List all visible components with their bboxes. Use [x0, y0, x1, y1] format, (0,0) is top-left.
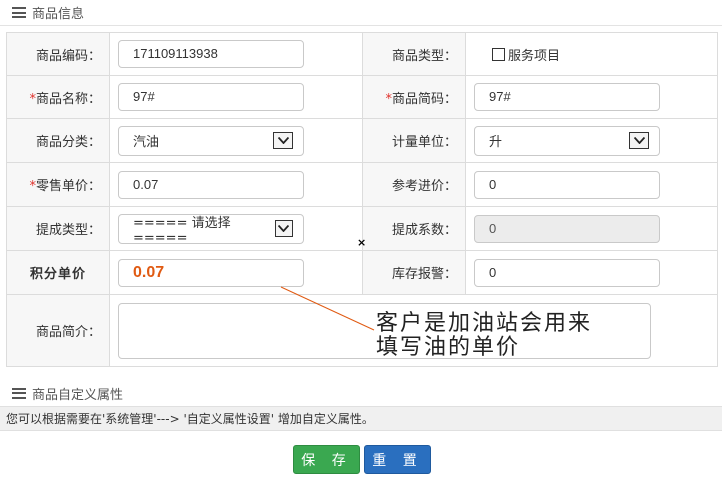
retail-price-input[interactable]: 0.07 [118, 170, 304, 199]
short-code-input[interactable]: 97# [474, 83, 660, 111]
reset-button[interactable]: 重 置 [364, 445, 431, 474]
label-unit: 计量单位： [362, 118, 466, 163]
label-description: 商品简介： [6, 294, 110, 367]
label-price: *零售单价： [6, 162, 110, 207]
label-category: 商品分类： [6, 118, 110, 163]
commission-type-select[interactable]: ===== 请选择 ===== [118, 213, 304, 246]
commission-rate-input: 0 [474, 214, 660, 243]
label-ref-price: 参考进价： [362, 162, 466, 207]
menu-icon [12, 7, 26, 18]
category-select[interactable]: 汽油 [118, 125, 304, 156]
custom-attrs-notice: 您可以根据需要在'系统管理'---> '自定义属性设置' 增加自定义属性。 [0, 406, 722, 431]
ref-price-input[interactable]: 0 [474, 170, 660, 199]
category-value: 汽油 [133, 135, 160, 150]
label-short-text: 商品简码： [391, 91, 457, 107]
menu-icon [12, 387, 26, 399]
annotation-line-1: 客户是加油站会用来 [376, 311, 593, 336]
label-commission-rate: 提成系数： [362, 206, 466, 251]
label-points-price: 积分单价 [6, 250, 110, 295]
chevron-down-icon[interactable] [273, 132, 293, 149]
label-type: 商品类型： [362, 32, 466, 76]
label-price-text: 零售单价： [35, 179, 101, 194]
section-title: 商品信息 [32, 7, 85, 22]
label-code: 商品编码： [6, 32, 110, 76]
label-short: *商品简码： [362, 75, 466, 119]
service-item-checkbox[interactable]: 服务项目 [474, 45, 560, 64]
unit-select[interactable]: 升 [474, 125, 660, 156]
chevron-down-icon[interactable] [274, 220, 293, 237]
annotation-line-2: 填写油的单价 [376, 335, 521, 360]
label-name: *商品名称： [6, 75, 110, 119]
name-input[interactable]: 97# [118, 83, 304, 111]
cursor-marker: × [357, 236, 367, 249]
label-commission-type: 提成类型： [6, 206, 110, 251]
stock-alarm-input[interactable]: 0 [474, 258, 660, 287]
checkbox-label: 服务项目 [508, 48, 561, 64]
section-header-product-info: 商品信息 [0, 0, 722, 26]
chevron-down-icon[interactable] [629, 132, 649, 149]
unit-value: 升 [489, 135, 503, 150]
points-price-input[interactable]: 0.07 [118, 258, 304, 287]
checkbox-box[interactable] [492, 47, 505, 61]
save-button[interactable]: 保 存 [293, 445, 360, 474]
annotation-note: 客户是加油站会用来 填写油的单价 [376, 312, 646, 360]
label-stock-alarm: 库存报警： [362, 250, 466, 295]
section-header-custom-attrs: 商品自定义属性 [0, 381, 722, 405]
commission-type-value: ===== 请选择 ===== [133, 215, 231, 246]
section-title: 商品自定义属性 [32, 387, 124, 403]
label-name-text: 商品名称： [35, 91, 101, 107]
code-input[interactable]: 171109113938 [118, 40, 304, 68]
